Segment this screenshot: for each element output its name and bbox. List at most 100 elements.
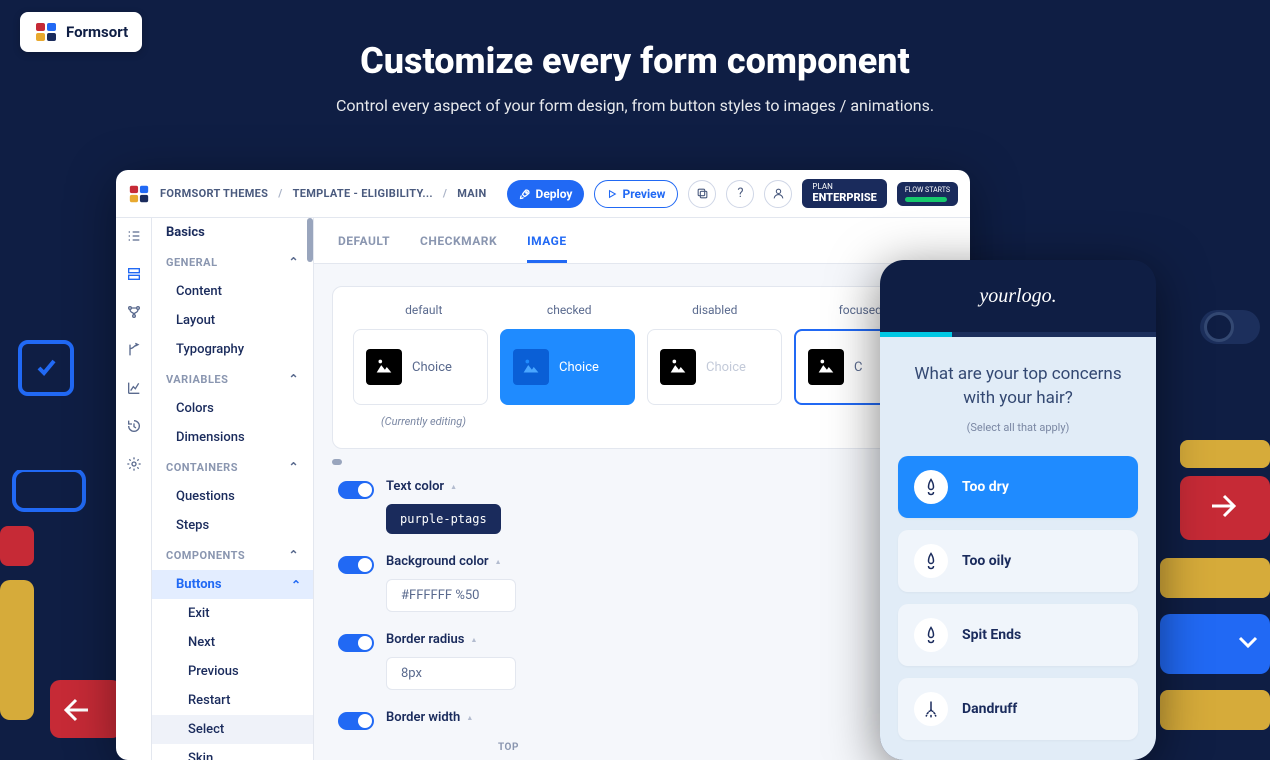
border-radius-input[interactable]: 8px [386, 657, 516, 690]
copy-icon [696, 187, 709, 200]
border-radius-toggle[interactable] [338, 634, 374, 652]
border-radius-label: Border radius [386, 632, 516, 647]
rail-analytics-icon[interactable] [124, 378, 144, 398]
sidebar-item-next[interactable]: Next [152, 628, 313, 657]
brand-name: Formsort [66, 23, 128, 41]
progress-bar [880, 332, 1156, 337]
variant-card-checked[interactable]: Choice [500, 329, 635, 405]
text-color-label: Text color [386, 479, 501, 494]
option-split-ends[interactable]: Spit Ends [898, 604, 1138, 666]
phone-logo: yourlogo. [880, 260, 1156, 332]
editing-hint: (Currently editing) [381, 415, 931, 428]
deco-shapes [0, 470, 116, 760]
sidebar-item-steps[interactable]: Steps [152, 511, 313, 540]
flow-starts-indicator: FLOW STARTS [897, 182, 958, 206]
rail-settings-icon[interactable] [124, 454, 144, 474]
hair-icon [914, 692, 948, 726]
sidebar-item-previous[interactable]: Previous [152, 657, 313, 686]
style-controls: Text color purple-ptags Background color… [314, 465, 970, 753]
app-window: FORMSORT THEMES / TEMPLATE - ELIGIBILITY… [116, 170, 970, 760]
sidebar-item-dimensions[interactable]: Dimensions [152, 423, 313, 452]
deco-check-icon [18, 340, 74, 396]
tab-image[interactable]: IMAGE [527, 234, 567, 263]
variant-card-default[interactable]: Choice [353, 329, 488, 405]
crumb[interactable]: TEMPLATE - ELIGIBILITY... [293, 187, 433, 200]
deco-toggle-icon [1200, 310, 1260, 344]
rail-history-icon[interactable] [124, 416, 144, 436]
preview-button[interactable]: Preview [594, 180, 678, 208]
user-icon [772, 187, 785, 200]
tab-checkmark[interactable]: CHECKMARK [420, 234, 497, 263]
plan-indicator: PLAN ENTERPRISE [802, 179, 886, 208]
theme-sidebar: Basics GENERAL⌃ Content Layout Typograph… [152, 218, 314, 760]
chevron-up-icon: ⌃ [291, 578, 301, 592]
nav-rail [116, 218, 152, 760]
brand-badge: Formsort [20, 12, 142, 52]
formsort-logo-icon [34, 20, 58, 44]
text-color-toggle[interactable] [338, 481, 374, 499]
main-panel: DEFAULT CHECKMARK IMAGE default checked … [314, 218, 970, 760]
sidebar-basics[interactable]: Basics [152, 218, 313, 247]
user-button[interactable] [764, 180, 792, 208]
variant-preview: default checked disabled focused Choice … [332, 286, 952, 449]
option-too-oily[interactable]: Too oily [898, 530, 1138, 592]
play-icon [607, 189, 617, 199]
hero: Customize every form component Control e… [0, 0, 1270, 115]
sidebar-item-layout[interactable]: Layout [152, 306, 313, 335]
rail-theme-icon[interactable] [124, 264, 144, 284]
question-hint: (Select all that apply) [898, 421, 1138, 434]
text-color-value[interactable]: purple-ptags [386, 504, 501, 534]
bg-color-label: Background color [386, 554, 516, 569]
sidebar-item-buttons[interactable]: Buttons⌃ [152, 570, 313, 599]
component-tabs: DEFAULT CHECKMARK IMAGE [314, 218, 970, 264]
sidebar-section-containers[interactable]: CONTAINERS⌃ [152, 452, 313, 482]
rail-branch-icon[interactable] [124, 340, 144, 360]
crumb[interactable]: MAIN [457, 187, 486, 200]
variant-head: disabled [652, 303, 778, 317]
sidebar-item-restart[interactable]: Restart [152, 686, 313, 715]
sidebar-section-components[interactable]: COMPONENTS⌃ [152, 540, 313, 570]
rail-flow-icon[interactable] [124, 302, 144, 322]
image-icon [660, 349, 696, 385]
sidebar-item-colors[interactable]: Colors [152, 394, 313, 423]
chevron-up-icon: ⌃ [288, 548, 299, 562]
hair-icon [914, 470, 948, 504]
sidebar-item-questions[interactable]: Questions [152, 482, 313, 511]
tab-default[interactable]: DEFAULT [338, 234, 390, 263]
variant-card-disabled[interactable]: Choice [647, 329, 782, 405]
sidebar-item-skin[interactable]: Skin [152, 744, 313, 760]
variant-head: default [361, 303, 487, 317]
deco-shapes-right [1150, 440, 1270, 760]
option-too-dry[interactable]: Too dry [898, 456, 1138, 518]
border-width-label: Border width [386, 710, 473, 725]
bg-color-toggle[interactable] [338, 556, 374, 574]
question-text: What are your top concerns with your hai… [898, 363, 1138, 411]
breadcrumb: FORMSORT THEMES / TEMPLATE - ELIGIBILITY… [160, 187, 487, 200]
image-icon [366, 349, 402, 385]
hero-title: Customize every form component [0, 40, 1270, 82]
horizontal-scrollbar[interactable] [332, 459, 952, 465]
sidebar-item-typography[interactable]: Typography [152, 335, 313, 364]
deploy-button[interactable]: Deploy [507, 180, 585, 208]
hero-subtitle: Control every aspect of your form design… [0, 96, 1270, 115]
sidebar-section-variables[interactable]: VARIABLES⌃ [152, 364, 313, 394]
copy-button[interactable] [688, 180, 716, 208]
sidebar-item-content[interactable]: Content [152, 277, 313, 306]
formsort-logo-icon [128, 183, 150, 205]
hair-icon [914, 544, 948, 578]
chevron-up-icon: ⌃ [288, 255, 299, 269]
rail-steps-icon[interactable] [124, 226, 144, 246]
chevron-up-icon: ⌃ [288, 460, 299, 474]
variant-head: checked [507, 303, 633, 317]
sidebar-item-exit[interactable]: Exit [152, 599, 313, 628]
chevron-up-icon: ⌃ [288, 372, 299, 386]
border-width-toggle[interactable] [338, 712, 374, 730]
bg-color-input[interactable]: #FFFFFF %50 [386, 579, 516, 612]
sidebar-section-general[interactable]: GENERAL⌃ [152, 247, 313, 277]
sidebar-item-select[interactable]: Select [152, 715, 313, 744]
crumb[interactable]: FORMSORT THEMES [160, 187, 268, 200]
border-top-label: TOP [498, 742, 946, 753]
image-icon [808, 349, 844, 385]
help-button[interactable]: ? [726, 180, 754, 208]
option-dandruff[interactable]: Dandruff [898, 678, 1138, 740]
